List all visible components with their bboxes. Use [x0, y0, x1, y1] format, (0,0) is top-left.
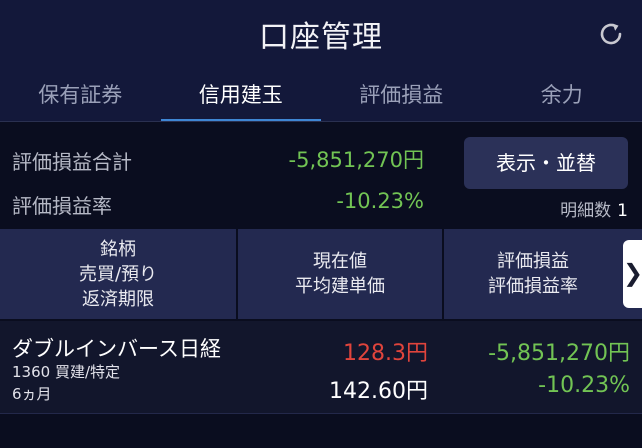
current-price: 128.3円 [343, 341, 428, 366]
tab-buying-power[interactable]: 余力 [482, 70, 642, 122]
row-divider [0, 413, 642, 414]
header-current-price: 現在値 [313, 251, 367, 272]
header-repay-term: 返済期限 [82, 288, 154, 310]
detail-count-value: 1 [617, 201, 628, 221]
chevron-right-icon[interactable]: ❯ [623, 240, 642, 308]
tab-margin-positions[interactable]: 信用建玉 [160, 70, 322, 122]
header-pl: 評価損益 [497, 251, 569, 272]
header-col-price[interactable]: 現在値 平均建単価 [238, 229, 442, 319]
pl-value: -5,851,270円 [488, 341, 630, 366]
refresh-icon[interactable] [596, 19, 626, 49]
detail-count: 明細数 1 [560, 196, 628, 221]
header-col-stock[interactable]: 銘柄 売買/預り 返済期限 [0, 229, 236, 319]
tab-valuation[interactable]: 評価損益 [321, 70, 482, 122]
detail-count-label: 明細数 [560, 201, 612, 221]
pl-rate-label: 評価損益率 [12, 194, 112, 218]
table-row[interactable]: ダブルインバース日経 1360 買建/特定 6ヵ月 128.3円 142.60円… [0, 321, 642, 413]
repay-term: 6ヵ月 [12, 385, 52, 403]
header-bar: 口座管理 [0, 0, 642, 70]
stock-name: ダブルインバース日経 [12, 337, 221, 361]
header-avg-price: 平均建単価 [295, 276, 385, 297]
avg-price: 142.60円 [329, 379, 428, 404]
page-title: 口座管理 [259, 20, 383, 55]
header-stock-name: 銘柄 [100, 238, 136, 260]
table-header: 銘柄 売買/預り 返済期限 現在値 平均建単価 評価損益 評価損益率 [0, 229, 642, 319]
pl-rate: -10.23% [538, 373, 630, 398]
total-pl-value: -5,851,270円 [288, 148, 424, 172]
pl-rate-value: -10.23% [336, 189, 424, 213]
tab-bar: 保有証券 信用建玉 評価損益 余力 [0, 70, 642, 122]
summary-panel: 評価損益合計 -5,851,270円 評価損益率 -10.23% 表示・並替 明… [0, 122, 642, 228]
stock-code-trade: 1360 買建/特定 [12, 363, 120, 381]
header-trade-type: 売買/預り [78, 263, 158, 285]
app-root: 口座管理 保有証券 信用建玉 評価損益 余力 評価損益合計 -5,851,270… [0, 0, 642, 448]
tab-holdings[interactable]: 保有証券 [0, 70, 161, 122]
total-pl-label: 評価損益合計 [12, 150, 132, 174]
display-sort-button[interactable]: 表示・並替 [464, 137, 628, 189]
header-pl-rate: 評価損益率 [488, 276, 578, 297]
header-col-pl[interactable]: 評価損益 評価損益率 [444, 229, 622, 319]
